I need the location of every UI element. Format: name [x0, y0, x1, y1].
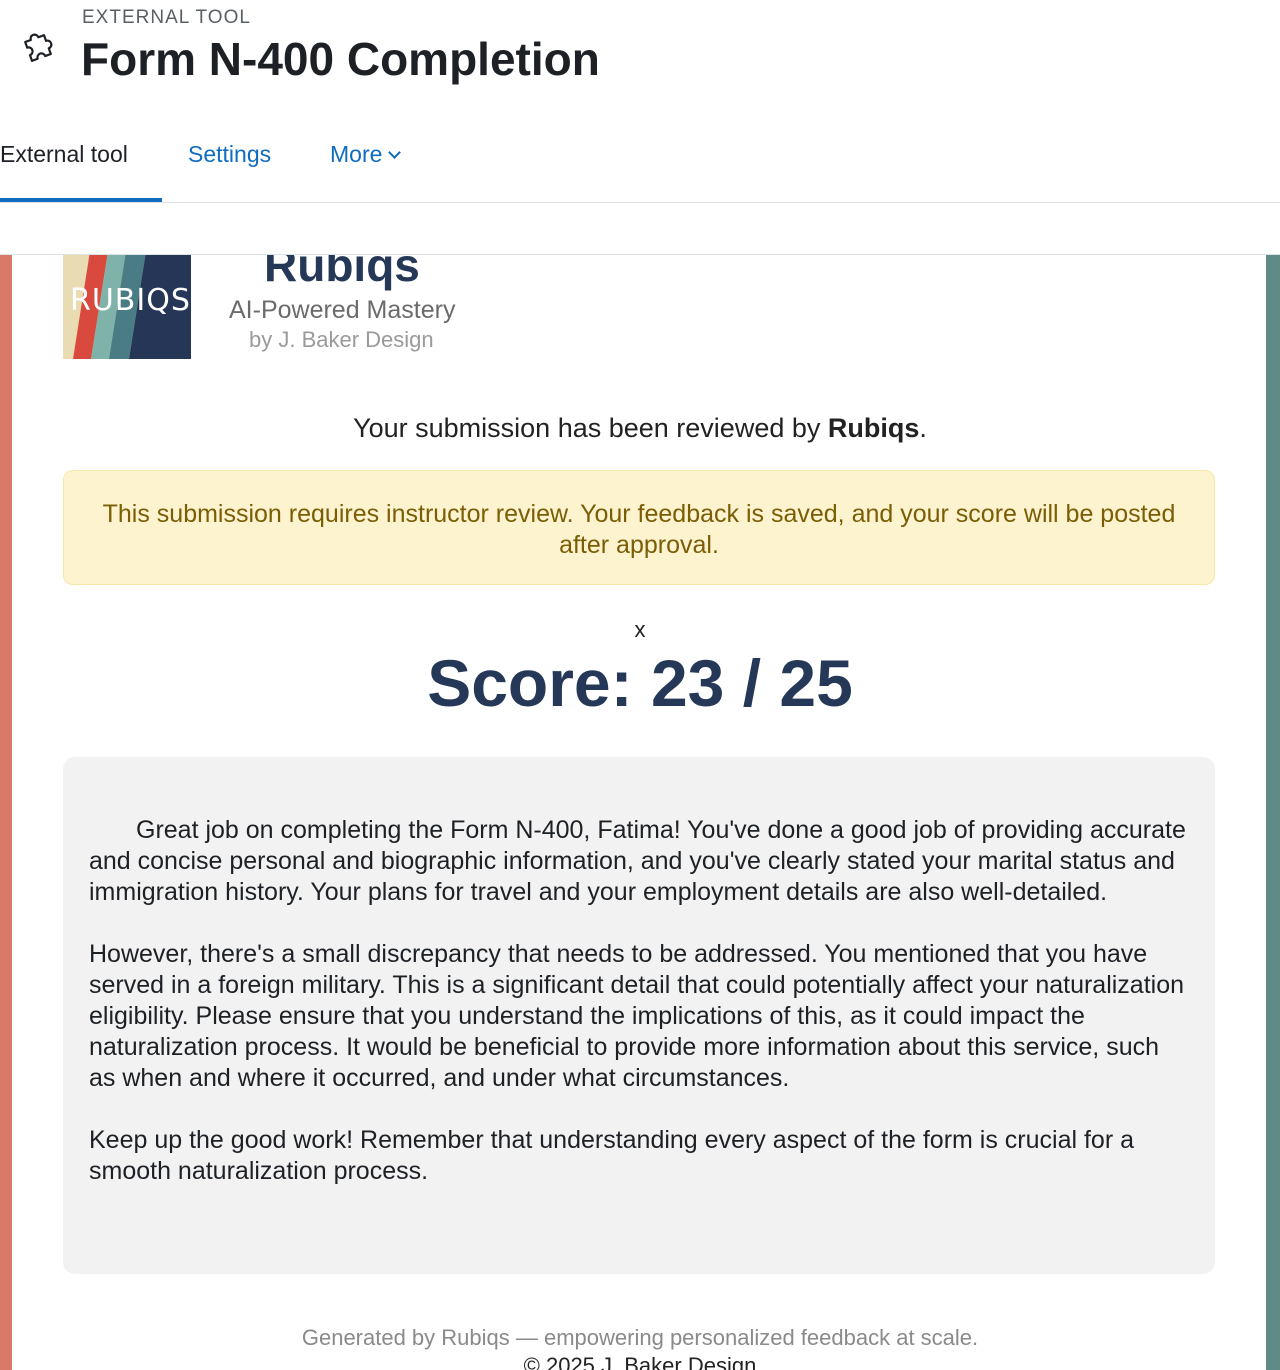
review-prefix: Your submission has been reviewed by — [353, 413, 828, 443]
logo-wordmark: RUBIQS — [70, 283, 191, 318]
page-title: Form N-400 Completion — [81, 33, 600, 85]
tab-more[interactable]: More — [330, 141, 402, 168]
puzzle-piece-icon — [20, 26, 60, 66]
tab-settings-label: Settings — [188, 141, 272, 167]
header-kicker: EXTERNAL TOOL — [82, 7, 251, 28]
feedback-panel: Great job on completing the Form N-400, … — [63, 757, 1215, 1274]
tab-external-tool[interactable]: External tool — [0, 141, 128, 168]
brand-byline: by J. Baker Design — [249, 327, 434, 352]
tool-content-frame: RUBIQS Rubiqs AI-Powered Mastery by J. B… — [0, 255, 1280, 1370]
reviewer-name: Rubiqs — [827, 413, 920, 443]
score-display: Score: 23 / 25 — [427, 646, 853, 720]
review-status-text: Your submission has been reviewed by Rub… — [0, 413, 1280, 444]
brand-name: Rubiqs — [264, 255, 420, 291]
tab-more-label: More — [330, 141, 383, 167]
feedback-paragraph: However, there's a small discrepancy tha… — [89, 940, 1185, 1092]
feedback-paragraph: Keep up the good work! Remember that und… — [89, 1126, 1134, 1185]
rubiqs-logo: RUBIQS — [63, 255, 191, 359]
alert-text: This submission requires instructor revi… — [102, 500, 1176, 559]
footer-copyright: © 2025 J. Baker Design — [523, 1353, 757, 1370]
tab-external-tool-label: External tool — [0, 141, 128, 167]
brand-tagline: AI-Powered Mastery — [229, 296, 456, 324]
tab-bar: External tool Settings More — [0, 120, 1280, 203]
instructor-review-alert: This submission requires instructor revi… — [63, 470, 1215, 585]
tab-settings[interactable]: Settings — [188, 141, 271, 168]
page-header: EXTERNAL TOOL Form N-400 Completion — [0, 0, 1280, 100]
active-tab-indicator — [0, 198, 162, 202]
score-marker: x — [634, 617, 646, 642]
review-suffix: . — [919, 413, 927, 443]
chevron-down-icon — [388, 146, 402, 159]
feedback-paragraph: Great job on completing the Form N-400, … — [89, 816, 1186, 906]
footer-generated-text: Generated by Rubiqs — empowering persona… — [301, 1325, 979, 1350]
